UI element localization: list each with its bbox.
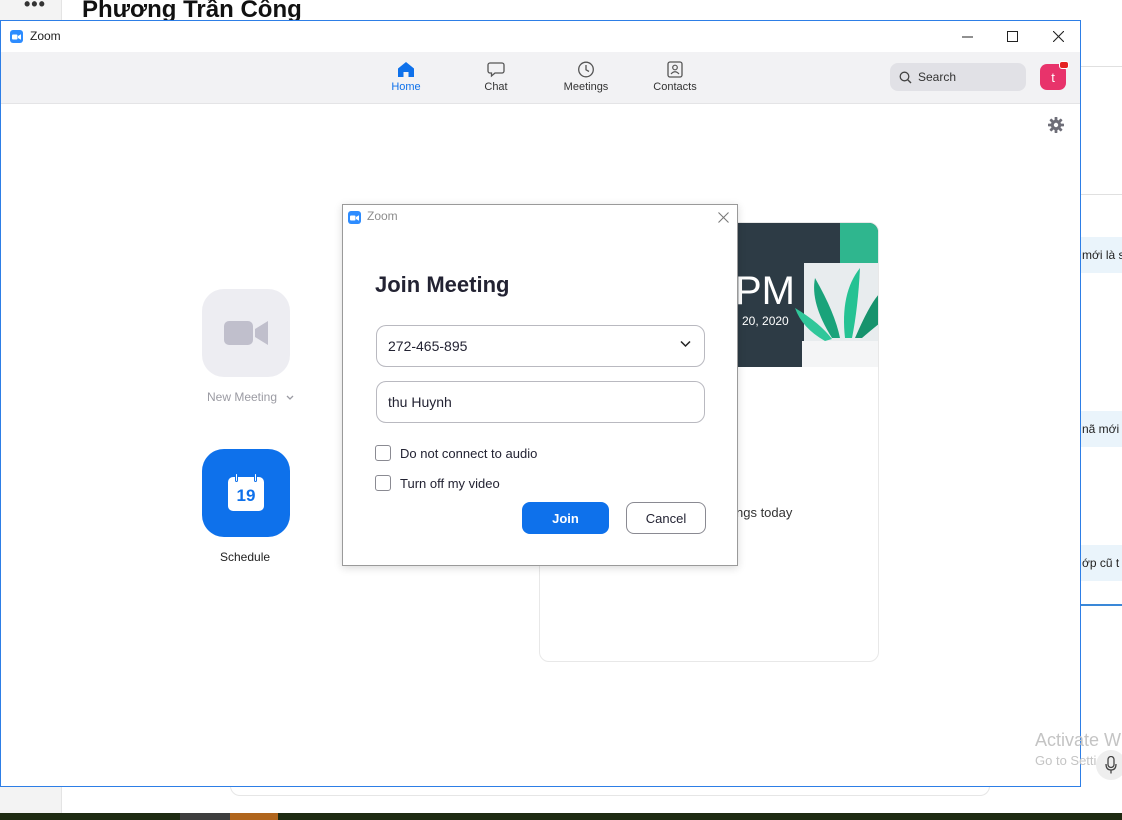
- schedule-label: Schedule: [220, 550, 271, 564]
- watermark-line1: Activate W: [1035, 730, 1122, 750]
- no-meetings-text: ngs today: [736, 505, 793, 520]
- activation-watermark: Activate W Go to Setti: [1035, 730, 1121, 768]
- dialog-title: Zoom: [367, 209, 398, 223]
- zoom-logo-icon: [348, 211, 361, 224]
- home-icon: [398, 62, 414, 77]
- maximize-button[interactable]: [989, 21, 1035, 52]
- schedule-button[interactable]: 19: [202, 449, 290, 537]
- watermark-line2: Go to Setti: [1035, 753, 1097, 768]
- background-input-bar: [230, 786, 990, 796]
- avatar[interactable]: t: [1040, 61, 1069, 90]
- contacts-icon: [667, 61, 683, 78]
- tab-home[interactable]: Home: [366, 52, 446, 104]
- close-button[interactable]: [1035, 21, 1081, 52]
- audio-option-label: Do not connect to audio: [400, 445, 538, 461]
- minimize-button[interactable]: [944, 21, 990, 52]
- taskbar-item[interactable]: [230, 813, 278, 820]
- tab-chat-label: Chat: [484, 81, 508, 93]
- window-titlebar: Zoom: [1, 21, 1080, 52]
- gear-icon[interactable]: [1047, 116, 1065, 134]
- tab-chat[interactable]: Chat: [456, 52, 536, 104]
- divider: [1080, 604, 1122, 606]
- current-time: PM: [735, 269, 795, 313]
- window-title: Zoom: [30, 29, 61, 43]
- zoom-logo-icon: [10, 30, 23, 43]
- divider: [1080, 66, 1122, 67]
- audio-checkbox[interactable]: [375, 445, 391, 461]
- divider: [1080, 194, 1122, 195]
- message-bubble: mới là s: [1080, 237, 1122, 273]
- meeting-id-value: 272-465-895: [388, 338, 468, 354]
- message-bubble: ớp cũ t: [1080, 545, 1122, 581]
- video-option[interactable]: Turn off my video: [375, 475, 500, 491]
- name-value: thu Huynh: [388, 394, 452, 410]
- tab-contacts-label: Contacts: [653, 81, 697, 93]
- taskbar: [0, 813, 1122, 820]
- tab-contacts[interactable]: Contacts: [635, 52, 715, 104]
- new-meeting-button[interactable]: [202, 289, 290, 377]
- meeting-id-combobox[interactable]: 272-465-895: [376, 325, 705, 367]
- video-checkbox[interactable]: [375, 475, 391, 491]
- calendar-day: 19: [236, 486, 256, 505]
- tab-home-label: Home: [391, 81, 421, 93]
- taskbar-item[interactable]: [180, 813, 230, 820]
- video-camera-icon: [224, 321, 268, 345]
- new-meeting-label[interactable]: New Meeting: [207, 390, 294, 404]
- more-options-icon[interactable]: •••: [24, 0, 46, 15]
- background-chat-panel: mới là s nã mới ớp cũ t: [1080, 0, 1122, 820]
- search-label: Search: [918, 70, 957, 84]
- calendar-icon: 19: [227, 473, 265, 513]
- name-field[interactable]: thu Huynh: [376, 381, 705, 423]
- dialog-titlebar: Zoom: [343, 205, 737, 229]
- new-meeting-text: New Meeting: [207, 390, 278, 404]
- chevron-down-icon[interactable]: [286, 395, 294, 401]
- search-box[interactable]: Search: [890, 63, 1026, 91]
- join-meeting-dialog: Zoom Join Meeting 272-465-895 thu Huynh …: [342, 204, 738, 566]
- video-option-label: Turn off my video: [400, 475, 500, 491]
- dialog-heading: Join Meeting: [375, 272, 510, 297]
- close-icon: [717, 211, 729, 223]
- clock-icon: [578, 61, 594, 78]
- notification-badge: [1059, 61, 1069, 69]
- audio-option[interactable]: Do not connect to audio: [375, 445, 537, 461]
- tab-meetings[interactable]: Meetings: [546, 52, 626, 104]
- current-date: 20, 2020: [742, 314, 789, 328]
- message-bubble: nã mới: [1080, 411, 1122, 447]
- chevron-down-icon[interactable]: [680, 340, 691, 348]
- dialog-close-button[interactable]: [713, 208, 733, 226]
- chat-icon: [487, 62, 505, 78]
- avatar-letter: t: [1051, 69, 1055, 85]
- cancel-button[interactable]: Cancel: [626, 502, 706, 534]
- top-navigation: Home Chat Meetings Contacts Search t: [1, 52, 1080, 104]
- search-icon: [899, 71, 912, 83]
- tab-meetings-label: Meetings: [563, 81, 609, 93]
- join-button[interactable]: Join: [522, 502, 609, 534]
